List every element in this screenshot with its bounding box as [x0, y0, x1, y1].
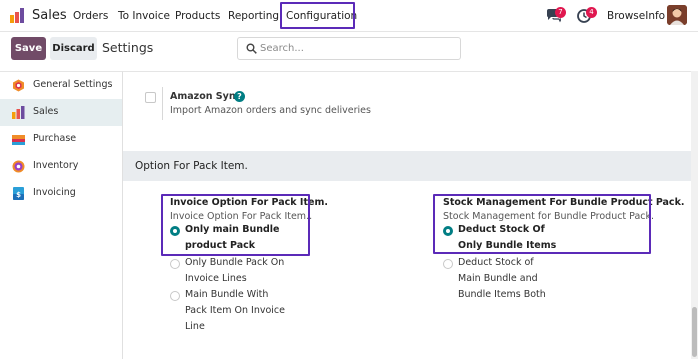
setting-divider	[162, 87, 163, 120]
stock-option-label[interactable]: Deduct Stock of Main Bundle and Bundle I…	[458, 255, 558, 303]
configuration-highlight	[280, 2, 355, 29]
nav-reporting[interactable]: Reporting	[228, 10, 279, 22]
section-header: Option For Pack Item.	[123, 151, 691, 181]
sales-app-icon[interactable]	[10, 8, 25, 23]
amazon-sync-description: Import Amazon orders and sync deliveries	[170, 105, 371, 116]
avatar[interactable]	[667, 5, 687, 25]
scrollbar[interactable]	[691, 71, 698, 359]
sidebar-item-purchase[interactable]: Purchase	[0, 126, 122, 153]
top-navbar: Sales Orders To Invoice Products Reporti…	[0, 0, 698, 32]
search-input[interactable]	[260, 40, 456, 57]
sales-icon	[12, 106, 25, 119]
page-title: Settings	[102, 40, 154, 55]
discard-button[interactable]: Discard	[50, 37, 97, 60]
sidebar-item-general-settings[interactable]: General Settings	[0, 72, 122, 99]
help-icon[interactable]: ?	[234, 91, 245, 102]
settings-content: Amazon Sync ? Import Amazon orders and s…	[123, 71, 691, 359]
amazon-sync-checkbox[interactable]	[145, 92, 156, 103]
search-box[interactable]	[237, 37, 461, 60]
section-title: Option For Pack Item.	[135, 160, 248, 172]
search-icon	[246, 43, 257, 54]
messages-badge: 7	[555, 7, 566, 18]
invoice-option-radio-bundle-pack-lines[interactable]	[170, 259, 180, 269]
company-switcher[interactable]: BrowseInfo	[607, 10, 665, 22]
general-settings-icon	[13, 79, 24, 92]
inventory-icon	[12, 160, 25, 173]
save-button[interactable]: Save	[11, 37, 46, 60]
sidebar-item-inventory[interactable]: Inventory	[0, 153, 122, 180]
sidebar-item-label: Invoicing	[33, 187, 76, 198]
invoice-option-highlight	[161, 194, 310, 256]
amazon-sync-title: Amazon Sync	[170, 91, 242, 102]
scrollbar-thumb[interactable]	[692, 307, 697, 357]
app-name[interactable]: Sales	[32, 8, 67, 23]
nav-orders[interactable]: Orders	[73, 10, 108, 22]
invoice-option-label[interactable]: Main Bundle With Pack Item On Invoice Li…	[185, 287, 285, 335]
sidebar-item-label: Inventory	[33, 160, 79, 171]
stock-management-highlight	[433, 194, 651, 254]
settings-sidebar: General Settings Sales Purchase Inventor…	[0, 71, 123, 359]
nav-to-invoice[interactable]: To Invoice	[118, 10, 170, 22]
sidebar-item-label: Sales	[33, 106, 59, 117]
purchase-icon	[12, 135, 25, 145]
svg-text:$: $	[16, 191, 21, 199]
sidebar-item-label: General Settings	[33, 79, 113, 90]
activities-badge: 4	[586, 7, 597, 18]
invoice-option-label[interactable]: Only Bundle Pack On Invoice Lines	[185, 255, 285, 287]
sidebar-item-label: Purchase	[33, 133, 77, 144]
sidebar-item-sales[interactable]: Sales	[0, 99, 122, 126]
invoice-option-radio-main-with-pack-items[interactable]	[170, 291, 180, 301]
sidebar-item-invoicing[interactable]: $ Invoicing	[0, 180, 122, 207]
stock-option-radio-main-and-bundle[interactable]	[443, 259, 453, 269]
invoicing-icon: $	[13, 187, 24, 200]
nav-products[interactable]: Products	[175, 10, 220, 22]
